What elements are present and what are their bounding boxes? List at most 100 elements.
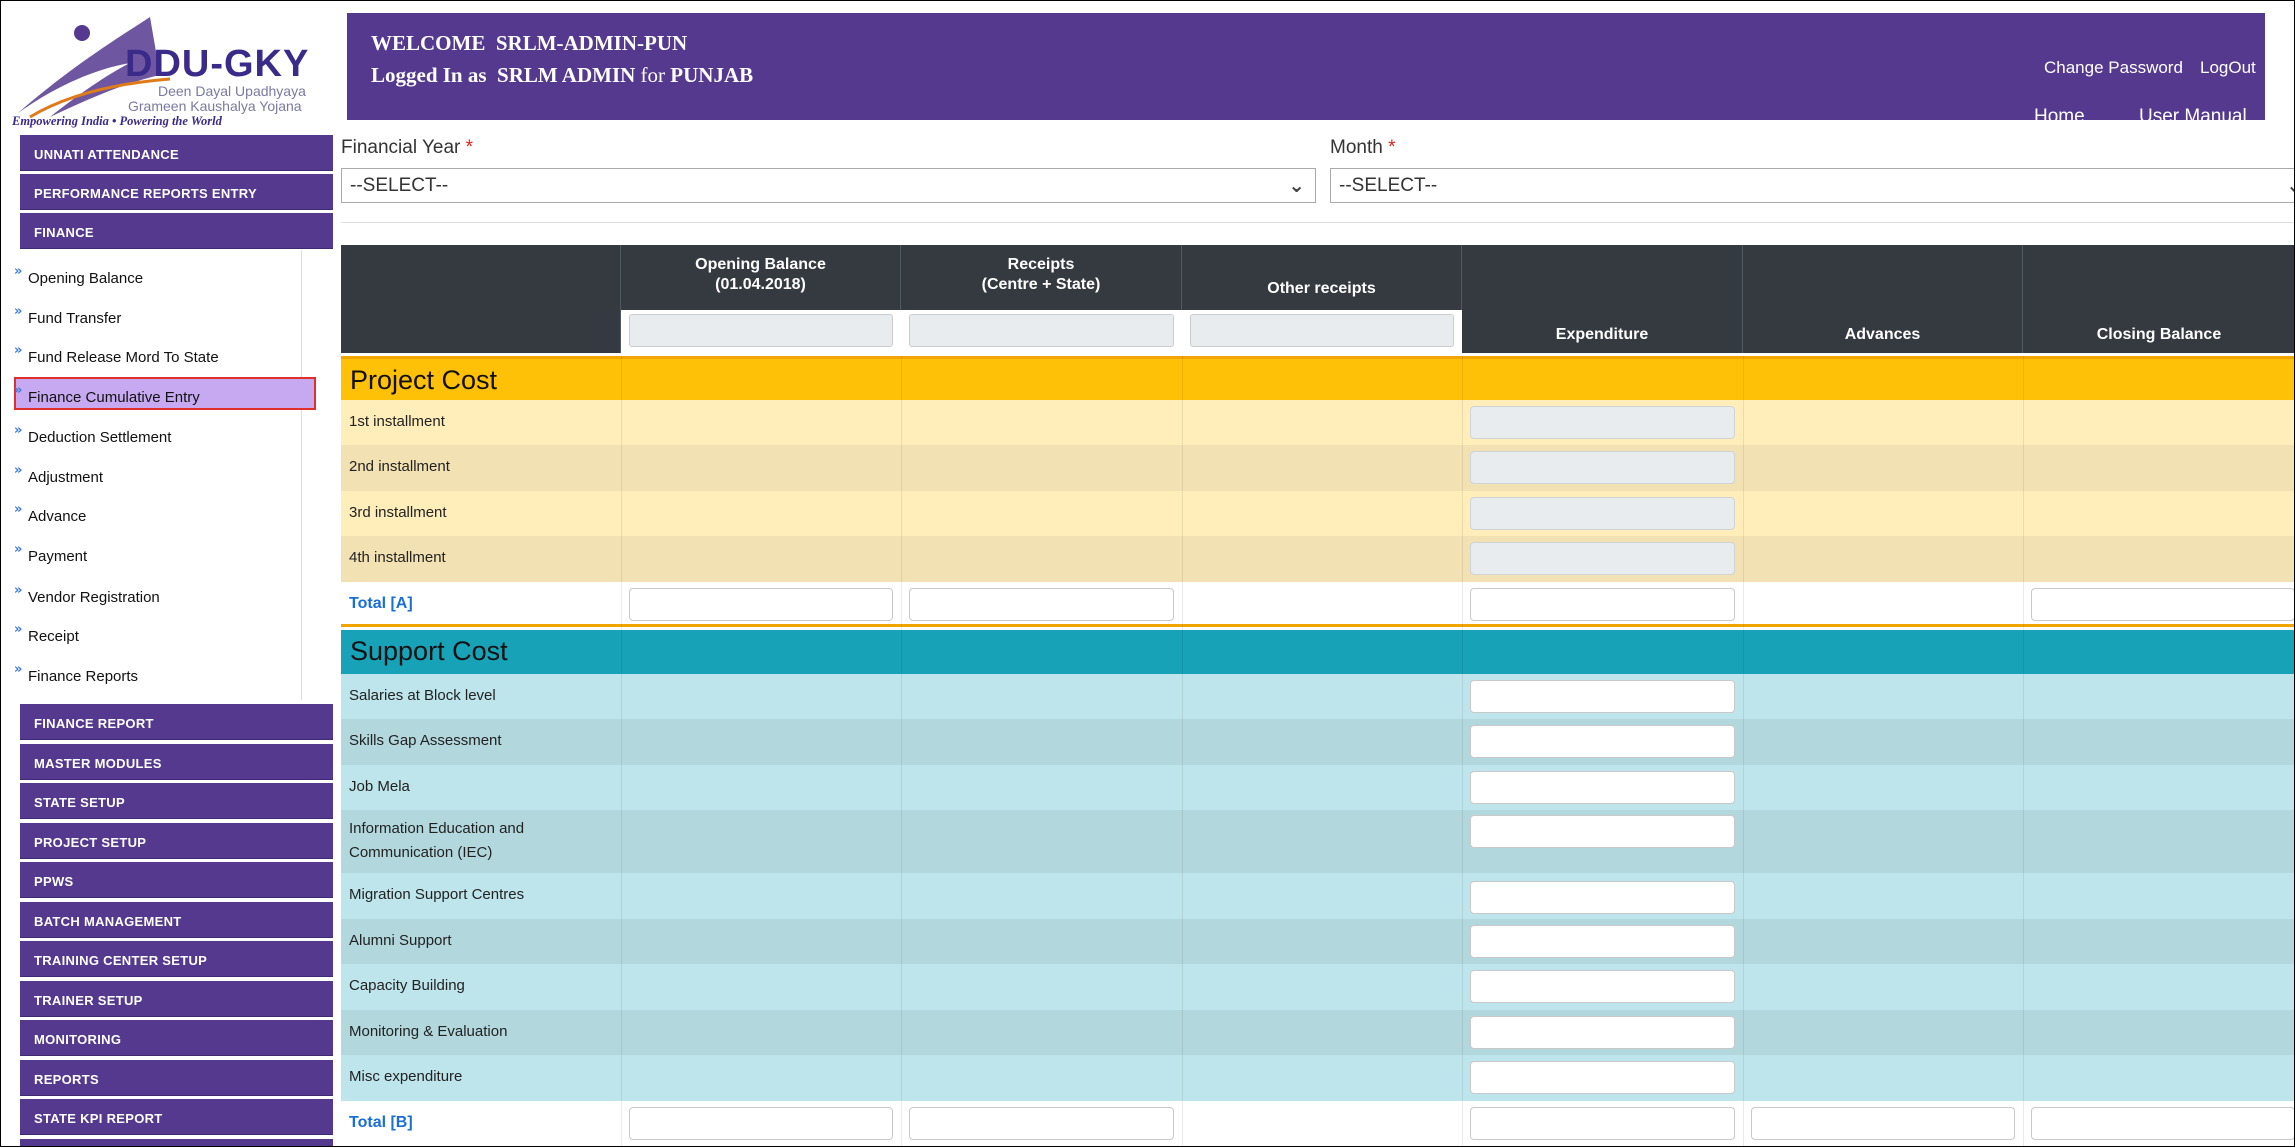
welcome-line: WELCOME SRLM-ADMIN-PUN bbox=[371, 31, 687, 56]
menu-batch-management[interactable]: BATCH MANAGEMENT bbox=[20, 902, 333, 938]
expenditure-input[interactable] bbox=[1470, 925, 1735, 958]
logged-in-line: Logged In as SRLM ADMIN for PUNJAB bbox=[371, 63, 753, 88]
expenditure-input[interactable] bbox=[1470, 542, 1735, 575]
expenditure-input[interactable] bbox=[1470, 680, 1735, 713]
submenu-fund-release[interactable]: » Fund Release Mord To State bbox=[14, 343, 219, 366]
table-row: 3rd installment bbox=[341, 491, 2295, 536]
submenu-receipt[interactable]: » Receipt bbox=[14, 622, 79, 645]
home-link[interactable]: Home bbox=[2034, 106, 2085, 120]
expenditure-input[interactable] bbox=[1470, 497, 1735, 530]
submenu-deduction-settlement[interactable]: » Deduction Settlement bbox=[14, 423, 171, 446]
menu-training-center-setup[interactable]: TRAINING CENTER SETUP bbox=[20, 941, 333, 977]
submenu-payment[interactable]: » Payment bbox=[14, 542, 87, 565]
menu-reports[interactable]: REPORTS bbox=[20, 1060, 333, 1096]
header-closing-balance: Closing Balance bbox=[2023, 245, 2295, 353]
table-row: Skills Gap Assessment bbox=[341, 719, 2295, 765]
table-row: 4th installment bbox=[341, 536, 2295, 582]
menu-state-kpi-report[interactable]: STATE KPI REPORT bbox=[20, 1099, 333, 1135]
double-chevron-icon: » bbox=[14, 264, 23, 279]
table-row: 2nd installment bbox=[341, 445, 2295, 491]
menu-more[interactable] bbox=[20, 1139, 333, 1147]
double-chevron-icon: » bbox=[14, 662, 23, 677]
double-chevron-icon: » bbox=[14, 423, 23, 438]
double-chevron-icon: » bbox=[14, 304, 23, 319]
table-row: Capacity Building bbox=[341, 964, 2295, 1010]
required-mark: * bbox=[465, 137, 474, 158]
submenu-adjustment[interactable]: » Adjustment bbox=[14, 463, 103, 486]
expenditure-input[interactable] bbox=[1470, 771, 1735, 804]
expenditure-input[interactable] bbox=[1470, 451, 1735, 484]
submenu-advance[interactable]: » Advance bbox=[14, 502, 86, 525]
total-b-expenditure-input[interactable] bbox=[1470, 1107, 1735, 1140]
user-id: SRLM-ADMIN-PUN bbox=[495, 31, 688, 55]
table-row: Job Mela bbox=[341, 765, 2295, 810]
logo-tagline: Empowering India • Powering the World bbox=[12, 114, 222, 128]
menu-monitoring[interactable]: MONITORING bbox=[20, 1020, 333, 1056]
for-word: for bbox=[640, 63, 666, 87]
change-password-link[interactable]: Change Password bbox=[2044, 58, 2183, 78]
financial-year-select[interactable]: --SELECT-- ⌄ bbox=[341, 168, 1316, 203]
chevron-down-icon: ⌄ bbox=[2286, 173, 2295, 197]
receipts-header-input[interactable] bbox=[909, 314, 1174, 347]
expenditure-input[interactable] bbox=[1470, 1061, 1735, 1094]
logo-subtitle-2: Grameen Kaushalya Yojana bbox=[128, 98, 302, 114]
project-cost-header: Project Cost bbox=[341, 356, 2295, 400]
ddu-gky-logo: DDU-GKY Deen Dayal Upadhyaya Grameen Kau… bbox=[10, 13, 343, 128]
menu-performance-reports-entry[interactable]: PERFORMANCE REPORTS ENTRY bbox=[20, 174, 333, 210]
submenu-finance-cumulative-entry[interactable]: » Finance Cumulative Entry bbox=[14, 383, 200, 406]
total-a-expenditure-input[interactable] bbox=[1470, 588, 1735, 621]
month-label: Month * bbox=[1330, 137, 1396, 158]
total-a-receipts-input[interactable] bbox=[909, 588, 1174, 621]
column-divider bbox=[901, 356, 902, 1147]
divider bbox=[341, 222, 2295, 223]
submenu-fund-transfer[interactable]: » Fund Transfer bbox=[14, 304, 121, 327]
menu-master-modules[interactable]: MASTER MODULES bbox=[20, 744, 333, 780]
header-blank-cell bbox=[341, 245, 621, 353]
expenditure-input[interactable] bbox=[1470, 881, 1735, 914]
opening-balance-header-input[interactable] bbox=[629, 314, 893, 347]
column-divider bbox=[2023, 356, 2024, 1147]
finance-entry-table: Opening Balance (01.04.2018) Receipts (C… bbox=[341, 245, 2295, 1147]
menu-state-setup[interactable]: STATE SETUP bbox=[20, 783, 333, 819]
total-a-opening-input[interactable] bbox=[629, 588, 893, 621]
total-a-label: Total [A] bbox=[349, 595, 413, 612]
top-header-bar: WELCOME SRLM-ADMIN-PUN Logged In as SRLM… bbox=[347, 13, 2265, 120]
submenu-opening-balance[interactable]: » Opening Balance bbox=[14, 264, 143, 287]
header-advances: Advances bbox=[1743, 245, 2023, 353]
other-receipts-header-input[interactable] bbox=[1190, 314, 1454, 347]
table-row: Migration Support Centres bbox=[341, 873, 2295, 919]
double-chevron-icon: » bbox=[14, 383, 23, 398]
total-b-receipts-input[interactable] bbox=[909, 1107, 1174, 1140]
logout-link[interactable]: LogOut bbox=[2200, 58, 2256, 78]
menu-unnati-attendance[interactable]: UNNATI ATTENDANCE bbox=[20, 135, 333, 171]
chevron-down-icon: ⌄ bbox=[1288, 173, 1305, 197]
support-cost-header: Support Cost bbox=[341, 630, 2295, 674]
user-manual-link[interactable]: User Manual bbox=[2139, 106, 2247, 120]
menu-finance-report[interactable]: FINANCE REPORT bbox=[20, 704, 333, 740]
menu-project-setup[interactable]: PROJECT SETUP bbox=[20, 823, 333, 859]
expenditure-input[interactable] bbox=[1470, 815, 1735, 848]
expenditure-input[interactable] bbox=[1470, 725, 1735, 758]
double-chevron-icon: » bbox=[14, 542, 23, 557]
submenu-vendor-registration[interactable]: » Vendor Registration bbox=[14, 583, 160, 606]
double-chevron-icon: » bbox=[14, 463, 23, 478]
header-expenditure: Expenditure bbox=[1462, 245, 1743, 353]
menu-finance[interactable]: FINANCE bbox=[20, 213, 333, 249]
column-divider bbox=[1743, 356, 1744, 1147]
table-row-total: Total [B] bbox=[341, 1101, 2295, 1147]
total-b-opening-input[interactable] bbox=[629, 1107, 893, 1140]
expenditure-input[interactable] bbox=[1470, 1016, 1735, 1049]
column-divider bbox=[1182, 356, 1183, 1147]
logo-title: DDU-GKY bbox=[125, 43, 310, 85]
total-b-closing-input[interactable] bbox=[2031, 1107, 2295, 1140]
table-row: Information Education and Communication … bbox=[341, 810, 2295, 873]
logo-subtitle-1: Deen Dayal Upadhyaya bbox=[158, 83, 306, 99]
total-a-closing-input[interactable] bbox=[2031, 588, 2295, 621]
month-select[interactable]: --SELECT-- ⌄ bbox=[1330, 168, 2295, 203]
total-b-advances-input[interactable] bbox=[1751, 1107, 2015, 1140]
menu-ppws[interactable]: PPWS bbox=[20, 862, 333, 898]
expenditure-input[interactable] bbox=[1470, 406, 1735, 439]
menu-trainer-setup[interactable]: TRAINER SETUP bbox=[20, 981, 333, 1017]
expenditure-input[interactable] bbox=[1470, 970, 1735, 1003]
submenu-finance-reports[interactable]: » Finance Reports bbox=[14, 662, 138, 685]
